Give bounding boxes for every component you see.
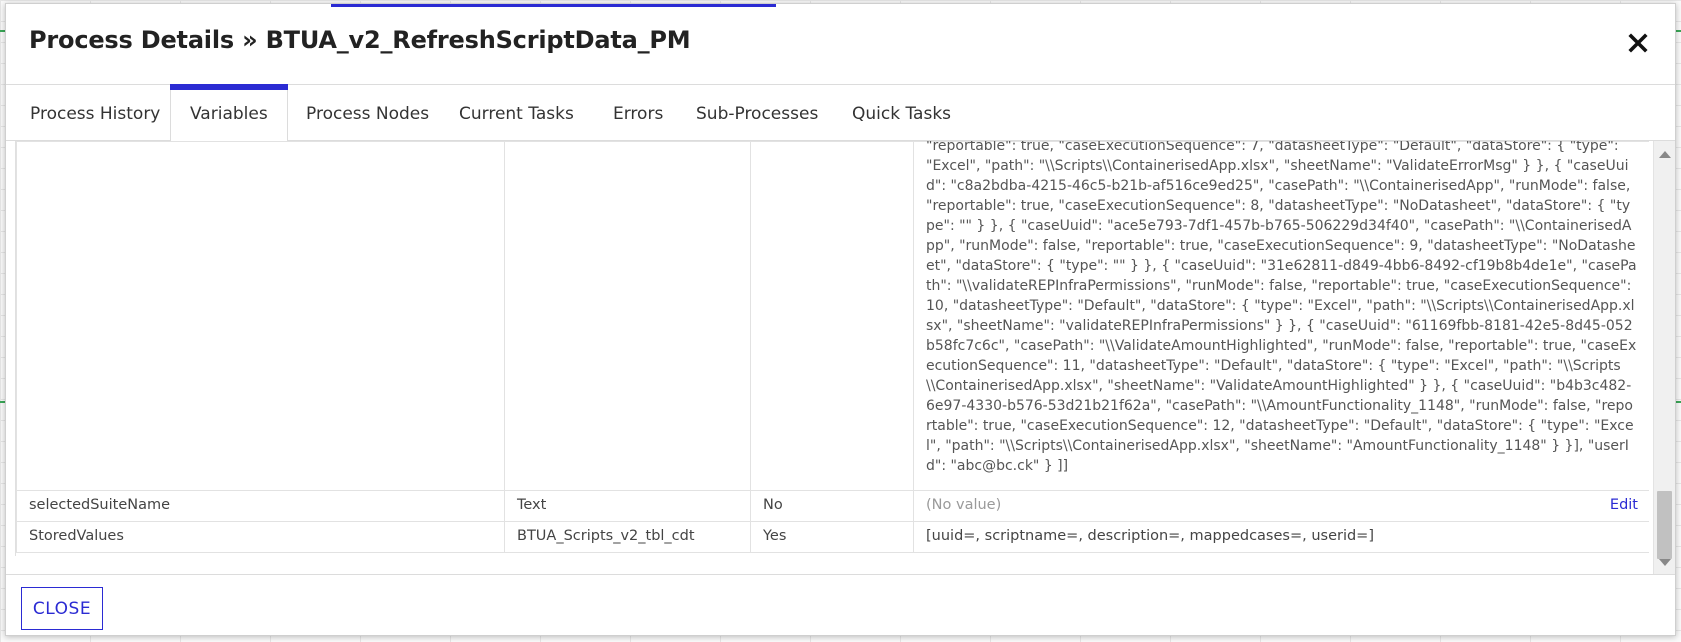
variable-required-cell: Yes: [750, 521, 914, 553]
tab-variables[interactable]: Variables: [170, 84, 288, 141]
process-details-modal: Process Details » BTUA_v2_RefreshScriptD…: [5, 3, 1676, 636]
variable-json-value: "reportable": true, "caseExecutionSequen…: [926, 141, 1637, 474]
variable-type-cell: [504, 141, 751, 491]
variable-name-cell: StoredValues: [16, 521, 505, 553]
edit-link[interactable]: Edit: [1610, 497, 1638, 513]
table-row: selectedSuiteName Text No Edit (No value…: [16, 490, 1649, 522]
modal-header: Process Details » BTUA_v2_RefreshScriptD…: [6, 4, 1675, 85]
variable-type-cell: Text: [504, 490, 751, 522]
variable-value-cell: Edit (No value): [913, 490, 1649, 522]
close-icon[interactable]: [1627, 32, 1649, 54]
variable-value-cell: [uuid=, scriptname=, description=, mappe…: [913, 521, 1649, 553]
variable-type-cell: BTUA_Scripts_v2_tbl_cdt: [504, 521, 751, 553]
scroll-up-icon[interactable]: [1659, 151, 1671, 158]
tab-quick-tasks[interactable]: Quick Tasks: [833, 85, 970, 140]
table-row: StoredValues BTUA_Scripts_v2_tbl_cdt Yes…: [16, 521, 1649, 553]
variables-table-container[interactable]: "reportable": true, "caseExecutionSequen…: [15, 141, 1649, 556]
scrollbar-thumb[interactable]: [1657, 491, 1672, 559]
tab-process-history[interactable]: Process History: [11, 85, 179, 140]
tab-errors[interactable]: Errors: [594, 85, 682, 140]
close-button[interactable]: CLOSE: [21, 587, 103, 630]
modal-title: Process Details » BTUA_v2_RefreshScriptD…: [29, 26, 691, 54]
modal-footer: CLOSE: [6, 574, 1675, 635]
scroll-down-icon[interactable]: [1659, 559, 1671, 566]
variable-value-cell: "reportable": true, "caseExecutionSequen…: [913, 141, 1649, 491]
variables-table: "reportable": true, "caseExecutionSequen…: [16, 141, 1649, 553]
variable-required-cell: [750, 141, 914, 491]
tab-bar: Process History Variables Process Nodes …: [6, 84, 1675, 141]
variable-required-cell: No: [750, 490, 914, 522]
tab-sub-processes[interactable]: Sub-Processes: [677, 85, 837, 140]
tab-current-tasks[interactable]: Current Tasks: [440, 85, 593, 140]
variable-name-cell: [16, 141, 505, 491]
table-row: "reportable": true, "caseExecutionSequen…: [16, 141, 1649, 491]
variable-name-cell: selectedSuiteName: [16, 490, 505, 522]
vertical-scrollbar[interactable]: [1653, 141, 1675, 574]
tab-process-nodes[interactable]: Process Nodes: [287, 85, 448, 140]
variable-value: (No value): [926, 497, 1002, 513]
